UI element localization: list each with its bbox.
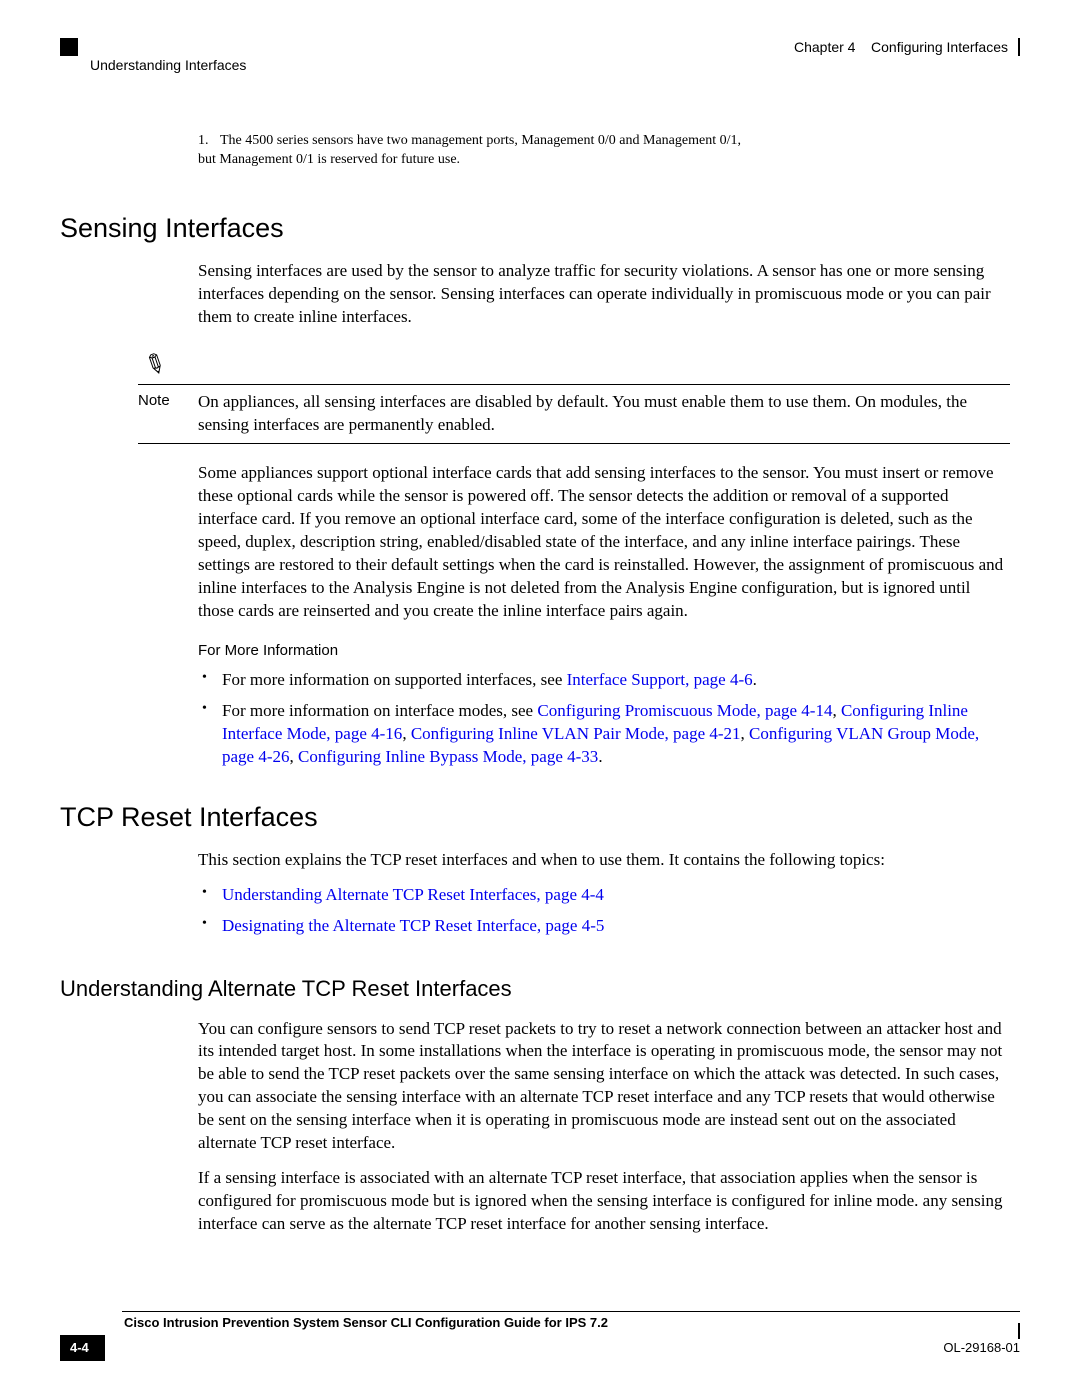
footer-doc-id: OL-29168-01 xyxy=(943,1339,1020,1357)
footnote-number: 1. xyxy=(198,132,220,151)
heading-tcp-reset-interfaces: TCP Reset Interfaces xyxy=(60,799,1020,835)
link-promiscuous-mode[interactable]: Configuring Promiscuous Mode, page 4-14 xyxy=(537,701,832,720)
tcp-topic-2: Designating the Alternate TCP Reset Inte… xyxy=(198,915,1010,938)
chapter-number: Chapter 4 xyxy=(794,39,855,55)
link-understanding-alt-tcp-reset[interactable]: Understanding Alternate TCP Reset Interf… xyxy=(222,885,604,904)
header-marker-left xyxy=(60,38,78,56)
header-marker-right xyxy=(1018,38,1020,56)
link-designating-alt-tcp-reset[interactable]: Designating the Alternate TCP Reset Inte… xyxy=(222,916,604,935)
for-more-information-heading: For More Information xyxy=(198,641,1020,661)
heading-sensing-interfaces: Sensing Interfaces xyxy=(60,210,1020,246)
link-interface-support[interactable]: Interface Support, page 4-6 xyxy=(567,670,753,689)
note-block: ✎ Note On appliances, all sensing interf… xyxy=(138,347,1010,444)
note-label: Note xyxy=(138,391,180,437)
note-rule-bottom xyxy=(138,443,1010,444)
link-inline-vlan-pair-mode[interactable]: Configuring Inline VLAN Pair Mode, page … xyxy=(411,724,741,743)
fmi-bullet-2: For more information on interface modes,… xyxy=(198,700,1010,769)
pencil-icon: ✎ xyxy=(137,344,172,385)
header-chapter: Chapter 4 Configuring Interfaces xyxy=(794,38,1008,57)
chapter-title: Configuring Interfaces xyxy=(871,39,1008,55)
subheading-understanding-alt-tcp: Understanding Alternate TCP Reset Interf… xyxy=(60,974,1020,1004)
fmi-bullet-1: For more information on supported interf… xyxy=(198,669,1010,692)
note-rule-top xyxy=(138,384,1010,385)
note-text: On appliances, all sensing interfaces ar… xyxy=(198,391,1010,437)
fmi-b2-text: For more information on interface modes,… xyxy=(222,701,537,720)
tcp-paragraph-2: If a sensing interface is associated wit… xyxy=(198,1167,1010,1236)
page-content: 1.The 4500 series sensors have two manag… xyxy=(60,132,1020,1236)
sensing-paragraph-2: Some appliances support optional interfa… xyxy=(198,462,1010,623)
page-header: Chapter 4 Configuring Interfaces Underst… xyxy=(60,38,1020,72)
footnote-text: The 4500 series sensors have two managem… xyxy=(198,133,741,167)
footer-doc-title: Cisco Intrusion Prevention System Sensor… xyxy=(122,1311,1020,1332)
fmi-b1-text: For more information on supported interf… xyxy=(222,670,567,689)
tcp-intro: This section explains the TCP reset inte… xyxy=(198,849,1010,872)
footer-marker-right xyxy=(1018,1323,1020,1339)
page-number-badge: 4-4 xyxy=(60,1335,105,1361)
page-footer: Cisco Intrusion Prevention System Sensor… xyxy=(60,1311,1020,1361)
tcp-topic-1: Understanding Alternate TCP Reset Interf… xyxy=(198,884,1010,907)
footnote: 1.The 4500 series sensors have two manag… xyxy=(198,132,758,170)
header-section: Understanding Interfaces xyxy=(90,56,246,75)
sensing-paragraph-1: Sensing interfaces are used by the senso… xyxy=(198,260,1010,329)
tcp-paragraph-1: You can configure sensors to send TCP re… xyxy=(198,1018,1010,1156)
link-inline-bypass-mode[interactable]: Configuring Inline Bypass Mode, page 4-3… xyxy=(298,747,598,766)
